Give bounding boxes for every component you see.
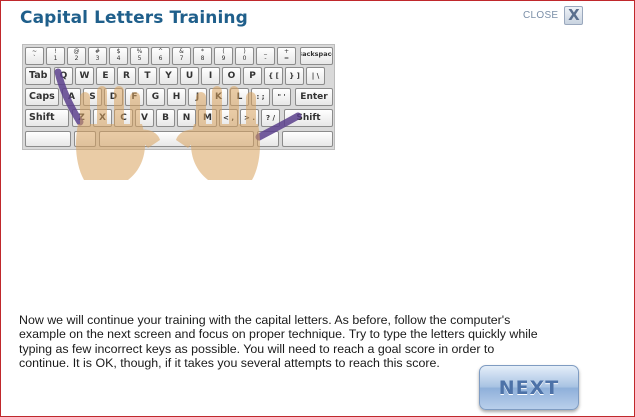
close-icon[interactable]: X <box>564 5 584 25</box>
key-top-5: Y <box>159 67 178 85</box>
key-bottom-8: > . <box>240 109 259 127</box>
key-home-10: " ' <box>272 88 291 106</box>
key-tab: Tab <box>25 67 51 85</box>
key-number-0: ~ ` <box>25 47 44 65</box>
key-bottom-7: < , <box>219 109 238 127</box>
key-number-12-char: = <box>283 55 290 62</box>
key-home-4: G <box>146 88 165 106</box>
key-number-2: @2 <box>67 47 86 65</box>
key-number-10-char: 0 <box>242 55 247 62</box>
instructions-text: Now we will continue your training with … <box>19 313 538 370</box>
next-button-label[interactable]: NEXT <box>499 377 560 399</box>
key-number-4: $4 <box>109 47 128 65</box>
key-bottom-9: ? / <box>261 109 280 127</box>
key-number-11: _ - <box>256 47 275 65</box>
key-number-0-char: ` <box>33 55 36 62</box>
key-number-4-char: 4 <box>116 55 121 62</box>
key-bottom-2: C <box>114 109 133 127</box>
key-number-5-char: 5 <box>137 55 142 62</box>
key-bottom-6: M <box>198 109 217 127</box>
keyboard-illustration: ~`!1@2#3$4%5^6&7*8(9)0_-+= Backspace Tab… <box>22 44 335 150</box>
key-shift-left: Shift <box>25 109 69 127</box>
key-number-10: ) 0 <box>235 47 254 65</box>
key-number-9: (9 <box>214 47 233 65</box>
close-label[interactable]: CLOSE <box>523 10 558 21</box>
dialog-title: Capital Letters Training <box>20 8 248 28</box>
key-bottom-5: N <box>177 109 196 127</box>
key-number-12: + = <box>277 47 296 65</box>
key-number-8: * 8 <box>193 47 212 65</box>
key-number-7-char: 7 <box>179 55 184 62</box>
key-top-10: { [ <box>264 67 283 85</box>
key-top-4: T <box>138 67 157 85</box>
key-number-3-char: 3 <box>95 55 100 62</box>
next-button[interactable]: NEXT <box>479 365 579 410</box>
key-number-6-char: 6 <box>158 55 163 62</box>
key-ctrl-left <box>25 131 71 147</box>
key-spacebar <box>99 131 254 147</box>
key-number-5: % 5 <box>130 47 149 65</box>
key-bottom-4: B <box>156 109 175 127</box>
key-shift-right: Shift <box>284 109 333 127</box>
key-top-12: | \ <box>306 67 325 85</box>
key-home-6: J <box>188 88 207 106</box>
key-home-3: F <box>125 88 144 106</box>
key-bottom-1: X <box>93 109 112 127</box>
key-top-6: U <box>180 67 199 85</box>
key-bottom-0: Z <box>72 109 91 127</box>
key-ctrl-right <box>282 131 333 147</box>
key-number-8-char: 8 <box>200 55 205 62</box>
key-top-8: O <box>222 67 241 85</box>
key-caps: Caps <box>25 88 59 106</box>
key-number-1-char: 1 <box>53 55 58 62</box>
key-top-11: } ] <box>285 67 304 85</box>
key-alt-right <box>257 131 279 147</box>
key-number-3: #3 <box>88 47 107 65</box>
close-button[interactable]: CLOSE X <box>523 5 584 25</box>
key-alt-left <box>74 131 96 147</box>
key-home-2: D <box>104 88 123 106</box>
key-home-8: L <box>230 88 249 106</box>
key-home-1: S <box>83 88 102 106</box>
key-enter: Enter <box>295 88 333 106</box>
key-top-0: Q <box>54 67 73 85</box>
key-bottom-3: V <box>135 109 154 127</box>
key-top-2: E <box>96 67 115 85</box>
key-backspace: Backspace <box>300 47 333 65</box>
key-number-2-char: 2 <box>74 55 79 62</box>
key-home-5: H <box>167 88 186 106</box>
key-top-1: W <box>75 67 94 85</box>
key-home-9: : ; <box>251 88 270 106</box>
key-home-0: A <box>62 88 81 106</box>
training-dialog: Capital Letters Training CLOSE X ~ `! 1 @2 #… <box>0 0 635 417</box>
key-number-7: & 7 <box>172 47 191 65</box>
key-top-7: I <box>201 67 220 85</box>
key-number-11-char: - <box>264 55 267 62</box>
key-top-9: P <box>243 67 262 85</box>
key-number-6: ^ 6 <box>151 47 170 65</box>
key-number-9-char: 9 <box>221 55 226 62</box>
key-home-7: K <box>209 88 228 106</box>
key-number-1: ! 1 <box>46 47 65 65</box>
key-top-3: R <box>117 67 136 85</box>
